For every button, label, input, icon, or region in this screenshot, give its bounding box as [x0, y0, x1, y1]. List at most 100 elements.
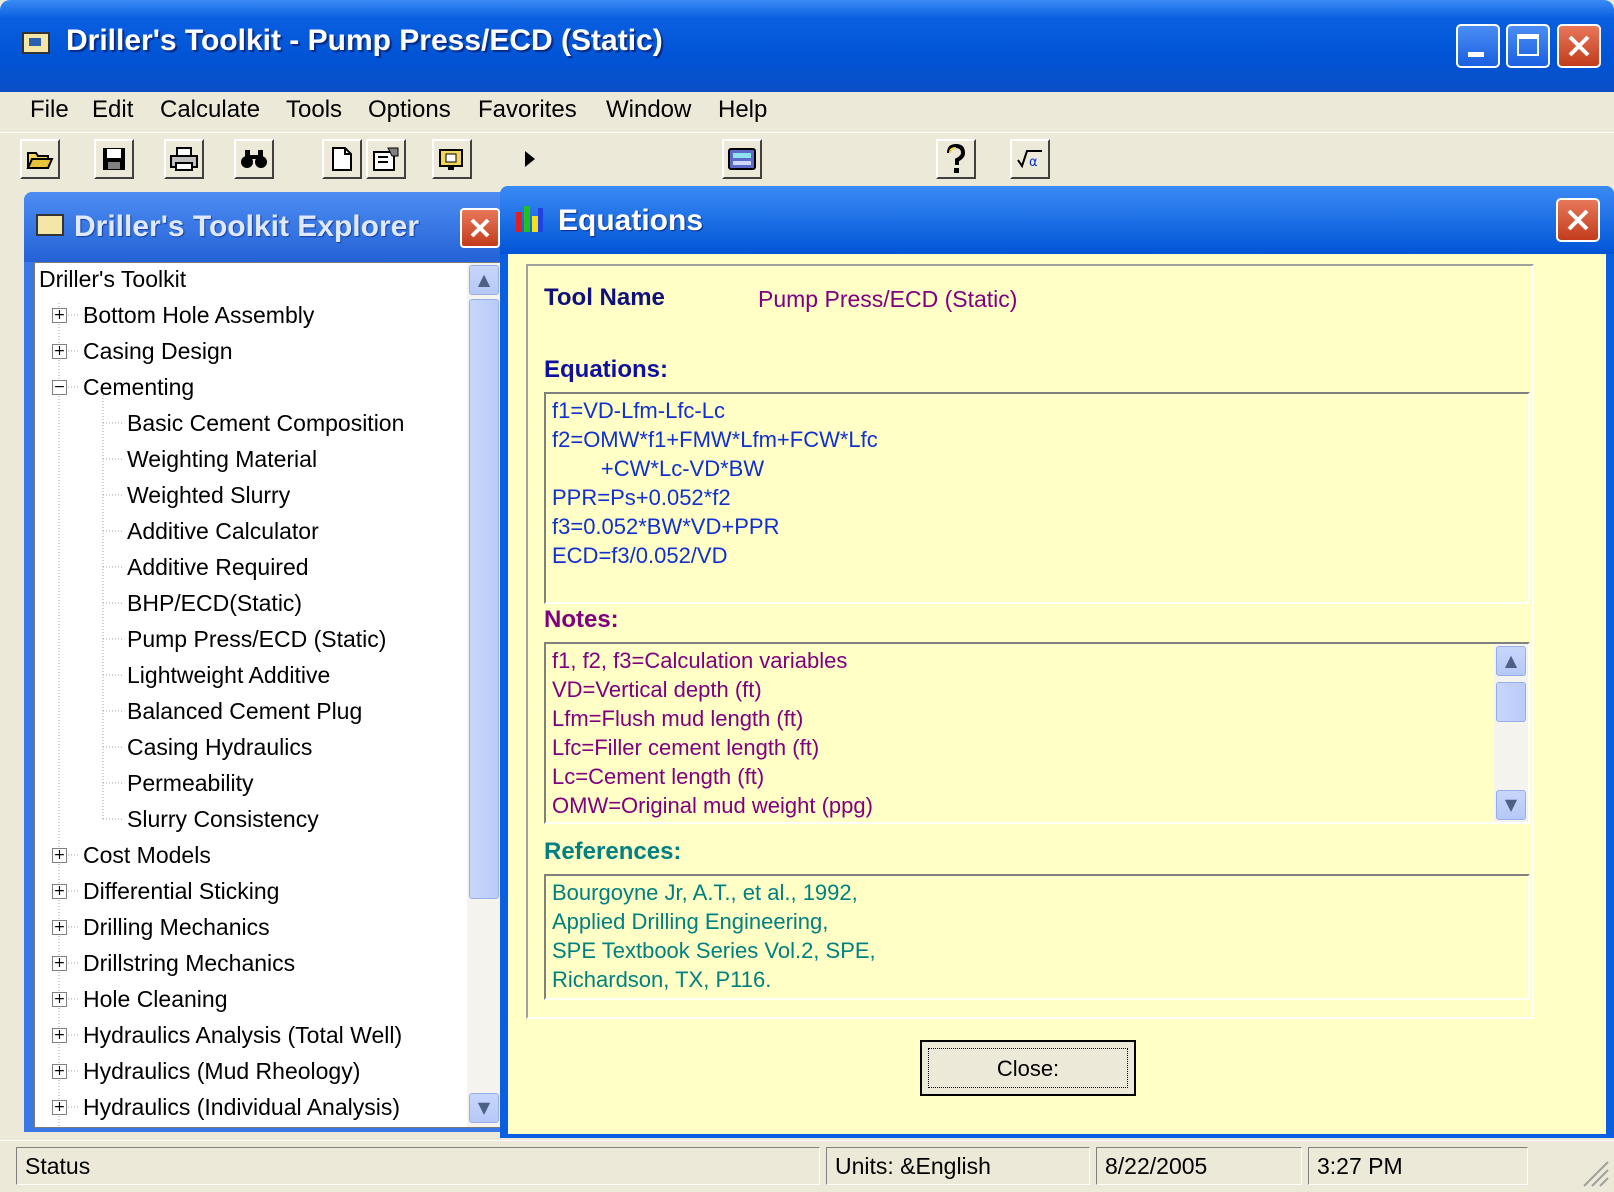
tree-expander[interactable]: + [52, 1100, 67, 1115]
find-button[interactable] [234, 139, 274, 179]
tree-expander[interactable]: + [52, 1028, 67, 1043]
explorer-scrollbar[interactable]: ▲ ▼ [467, 263, 501, 1127]
tree-item-slurry-consistency[interactable]: Slurry Consistency [127, 803, 319, 835]
tree-item-permeability[interactable]: Permeability [127, 767, 254, 799]
new-button[interactable] [322, 139, 362, 179]
tree-item-root[interactable]: Driller's Toolkit [39, 263, 186, 295]
menu-tools[interactable]: Tools [286, 96, 342, 124]
equations-button[interactable]: α [1010, 139, 1050, 179]
print-button[interactable] [164, 139, 204, 179]
tree-item-bhp-ecd-static[interactable]: BHP/ECD(Static) [127, 587, 302, 619]
properties-button[interactable] [366, 139, 406, 179]
reference-line: Applied Drilling Engineering, [552, 909, 829, 934]
window-title: Driller's Toolkit - Pump Press/ECD (Stat… [66, 24, 663, 57]
tree-item-basic-cement-composition[interactable]: Basic Cement Composition [127, 407, 404, 439]
references-textbox[interactable]: Bourgoyne Jr, A.T., et al., 1992, Applie… [544, 874, 1530, 1000]
calculator-icon [728, 148, 756, 170]
tree-item-cost-models[interactable]: Cost Models [83, 839, 211, 871]
maximize-icon [1517, 34, 1539, 56]
close-button[interactable]: Close: [920, 1040, 1136, 1096]
tree-item-hole-cleaning[interactable]: Hole Cleaning [83, 983, 227, 1015]
equation-line: +CW*Lc-VD*BW [552, 456, 765, 481]
tree-item-additive-calculator[interactable]: Additive Calculator [127, 515, 319, 547]
tree-item-hydraulics-analysis-total-well[interactable]: Hydraulics Analysis (Total Well) [83, 1019, 402, 1051]
tree-list: Driller's Toolkit + Bottom Hole Assembly… [35, 263, 465, 1127]
notes-scrollbar[interactable]: ▲ ▼ [1494, 644, 1528, 822]
tree-item-weighted-slurry[interactable]: Weighted Slurry [127, 479, 290, 511]
tree-expander[interactable]: + [52, 344, 67, 359]
menu-window[interactable]: Window [606, 96, 691, 124]
menu-help[interactable]: Help [718, 96, 767, 124]
note-line: Lfc=Filler cement length (ft) [552, 735, 820, 760]
equations-textbox[interactable]: f1=VD-Lfm-Lfc-Lc f2=OMW*f1+FMW*Lfm+FCW*L… [544, 392, 1530, 604]
tree-collapser[interactable]: − [52, 380, 67, 395]
explorer-panel: Driller's Toolkit Explorer Driller's Too… [24, 192, 510, 1132]
equations-label: Equations: [544, 356, 668, 383]
menu-options[interactable]: Options [368, 96, 451, 124]
tree-item-differential-sticking[interactable]: Differential Sticking [83, 875, 279, 907]
explorer-tree: Driller's Toolkit + Bottom Hole Assembly… [34, 262, 504, 1128]
tree-item-drillstring-mechanics[interactable]: Drillstring Mechanics [83, 947, 295, 979]
tree-item-lightweight-additive[interactable]: Lightweight Additive [127, 659, 330, 691]
explorer-close-button[interactable] [460, 208, 500, 248]
scroll-down-icon[interactable]: ▼ [1496, 790, 1526, 820]
scroll-up-icon[interactable]: ▲ [1496, 646, 1526, 676]
scroll-up-icon[interactable]: ▲ [469, 265, 499, 295]
tree-item-balanced-cement-plug[interactable]: Balanced Cement Plug [127, 695, 362, 727]
tree-item-hydraulics-individual-analysis[interactable]: Hydraulics (Individual Analysis) [83, 1091, 400, 1123]
menu-calculate[interactable]: Calculate [160, 96, 260, 124]
equations-window: Equations Tool Name Pump Press/ECD (Stat… [500, 186, 1614, 1138]
app-icon [22, 32, 50, 54]
tree-expander[interactable]: + [52, 308, 67, 323]
new-document-icon [332, 147, 352, 171]
scroll-down-icon[interactable]: ▼ [469, 1093, 499, 1123]
tree-expander[interactable]: + [52, 920, 67, 935]
help-icon [947, 144, 966, 173]
tree-item-weighting-material[interactable]: Weighting Material [127, 443, 317, 475]
menu-edit[interactable]: Edit [92, 96, 133, 124]
tree-expander[interactable]: + [52, 884, 67, 899]
tree-item-drilling-mechanics[interactable]: Drilling Mechanics [83, 911, 270, 943]
minimize-icon [1468, 52, 1484, 57]
minimize-button[interactable] [1456, 24, 1500, 68]
run-button[interactable] [510, 139, 550, 179]
tree-item-pump-press-ecd-static[interactable]: Pump Press/ECD (Static) [127, 623, 386, 655]
notes-label: Notes: [544, 606, 619, 633]
tree-item-bottom-hole-assembly[interactable]: Bottom Hole Assembly [83, 299, 314, 331]
close-window-button[interactable] [1557, 24, 1601, 68]
equation-line: f1=VD-Lfm-Lfc-Lc [552, 398, 725, 423]
open-folder-icon [26, 152, 54, 169]
tree-expander[interactable]: + [52, 956, 67, 971]
svg-text:α: α [1029, 155, 1038, 170]
close-button-label: Close: [928, 1048, 1128, 1088]
tree-item-casing-design[interactable]: Casing Design [83, 335, 233, 367]
resize-grip-icon[interactable] [1578, 1156, 1610, 1188]
save-button[interactable] [94, 139, 134, 179]
explorer-app-icon [36, 214, 64, 236]
notes-scroll-thumb[interactable] [1496, 682, 1526, 722]
tree-item-additive-required[interactable]: Additive Required [127, 551, 309, 583]
tree-item-casing-hydraulics[interactable]: Casing Hydraulics [127, 731, 312, 763]
equation-icon: α [1017, 150, 1042, 170]
calculator-button[interactable] [722, 139, 762, 179]
tree-expander[interactable]: + [52, 848, 67, 863]
tree-expander[interactable]: + [52, 992, 67, 1007]
open-button[interactable] [20, 139, 60, 179]
report-button[interactable] [432, 139, 472, 179]
tree-item-cementing[interactable]: Cementing [83, 371, 194, 403]
close-icon [470, 218, 490, 238]
menu-file[interactable]: File [30, 96, 69, 124]
tree-expander[interactable]: + [52, 1064, 67, 1079]
explorer-scroll-thumb[interactable] [469, 299, 499, 899]
tree-item-hydraulics-mud-rheology[interactable]: Hydraulics (Mud Rheology) [83, 1055, 360, 1087]
menu-favorites[interactable]: Favorites [478, 96, 577, 124]
maximize-button[interactable] [1506, 24, 1550, 68]
equations-close-button[interactable] [1556, 198, 1600, 242]
notes-textbox[interactable]: f1, f2, f3=Calculation variables VD=Vert… [544, 642, 1530, 824]
close-icon [1567, 209, 1589, 231]
help-button[interactable] [936, 139, 976, 179]
note-line: VD=Vertical depth (ft) [552, 677, 762, 702]
reference-line: Bourgoyne Jr, A.T., et al., 1992, [552, 880, 858, 905]
tool-name-value: Pump Press/ECD (Static) [758, 286, 1018, 312]
equation-line: ECD=f3/0.052/VD [552, 543, 728, 568]
